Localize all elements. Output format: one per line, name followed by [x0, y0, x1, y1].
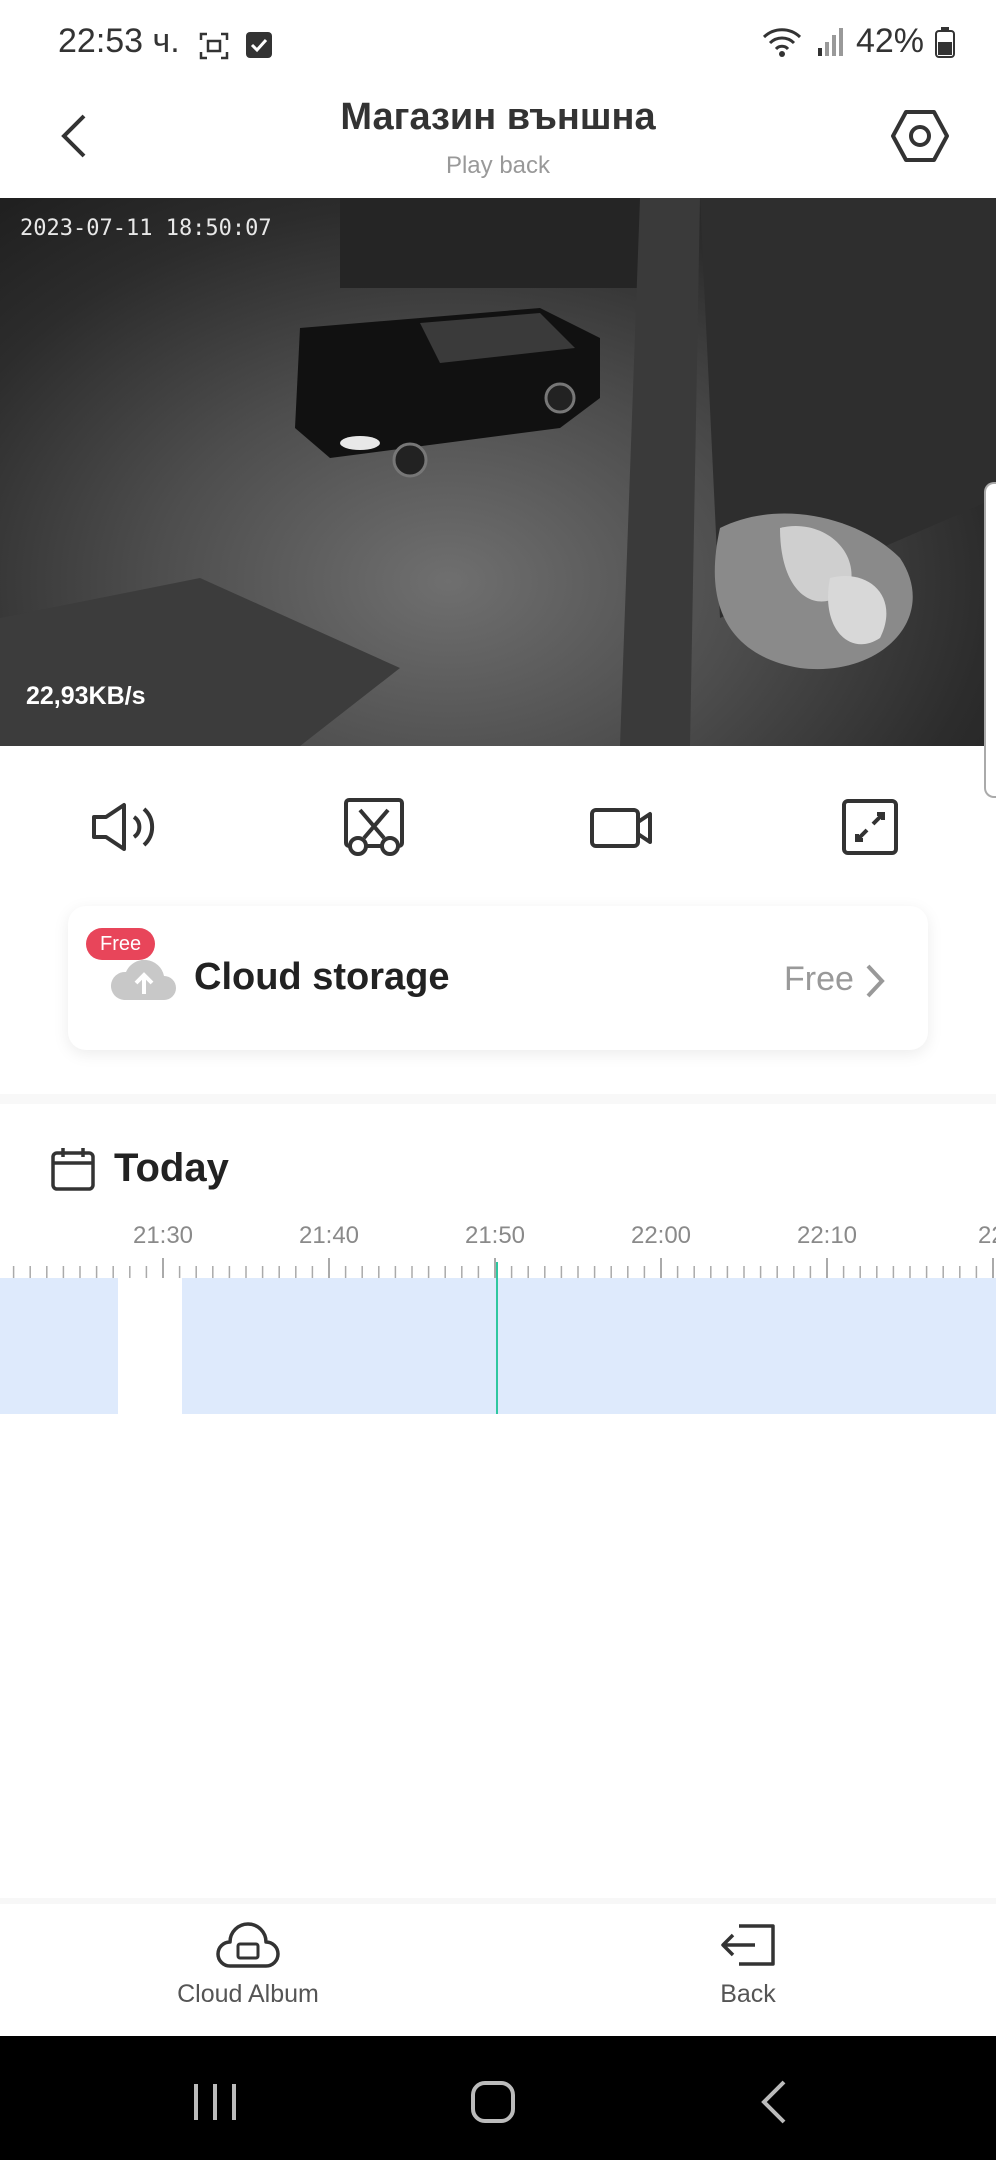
- back-icon[interactable]: [758, 2078, 790, 2126]
- cloud-album-icon: [216, 1922, 280, 1968]
- timeline-label: 22:: [978, 1222, 996, 1249]
- cloud-storage-title: Cloud storage: [194, 956, 450, 998]
- back-exit-button[interactable]: Back: [628, 1920, 868, 2009]
- recording-segment[interactable]: [182, 1278, 996, 1414]
- home-icon[interactable]: [470, 2080, 516, 2124]
- battery-icon: [935, 26, 955, 58]
- record-button[interactable]: [582, 794, 662, 860]
- video-player[interactable]: 2023-07-11 18:50:07 22,93KB/s: [0, 198, 996, 746]
- checkbox-icon: [246, 32, 272, 58]
- fullscreen-icon: [842, 799, 898, 855]
- status-time: 22:53 ч.: [58, 22, 180, 60]
- cloud-free-link[interactable]: Free: [784, 960, 854, 999]
- cloud-album-button[interactable]: Cloud Album: [128, 1920, 368, 2009]
- status-left-icons: [198, 30, 274, 62]
- settings-button[interactable]: [890, 108, 950, 164]
- timeline-label: 21:30: [132, 1222, 194, 1249]
- free-badge: Free: [86, 928, 156, 960]
- timeline-label: 21:50: [464, 1222, 526, 1249]
- timeline-cursor[interactable]: [496, 1262, 498, 1414]
- timeline-label: 22:10: [796, 1222, 858, 1249]
- timeline-ticks: [12, 1258, 994, 1278]
- data-rate: 22,93KB/s: [26, 682, 146, 710]
- timeline-label: 21:40: [298, 1222, 360, 1249]
- scroll-handle[interactable]: [984, 482, 996, 798]
- bottom-bar-separator: [0, 1898, 996, 1904]
- hexagon-settings-icon: [891, 110, 949, 162]
- page-title: Магазин външна: [340, 96, 656, 138]
- video-timestamp: 2023-07-11 18:50:07: [20, 216, 272, 241]
- exit-back-icon: [721, 1924, 775, 1966]
- battery-percent: 42%: [855, 22, 924, 60]
- back-label: Back: [720, 1980, 776, 2008]
- calendar-icon[interactable]: [50, 1146, 96, 1192]
- speaker-icon: [92, 803, 155, 851]
- screenshot-icon: [199, 32, 229, 60]
- signal-icon: [817, 27, 843, 56]
- system-nav-bar: [0, 2036, 996, 2160]
- clip-button[interactable]: [334, 794, 414, 860]
- recording-segment[interactable]: [0, 1278, 118, 1414]
- wifi-icon: [762, 27, 801, 57]
- date-label[interactable]: Today: [114, 1146, 229, 1191]
- chevron-right-icon[interactable]: [862, 962, 888, 1000]
- page-subtitle: Play back: [445, 152, 551, 179]
- timeline-label: 22:00: [630, 1222, 692, 1249]
- camera-feed-image: [0, 198, 996, 746]
- cloud-album-label: Cloud Album: [177, 1980, 319, 2008]
- scissors-clip-icon: [344, 798, 404, 856]
- recents-icon[interactable]: [190, 2082, 240, 2122]
- section-divider: [0, 1094, 996, 1104]
- fullscreen-button[interactable]: [830, 794, 910, 860]
- speaker-button[interactable]: [84, 794, 164, 860]
- video-record-icon: [590, 808, 652, 848]
- status-right: 42%: [760, 22, 956, 61]
